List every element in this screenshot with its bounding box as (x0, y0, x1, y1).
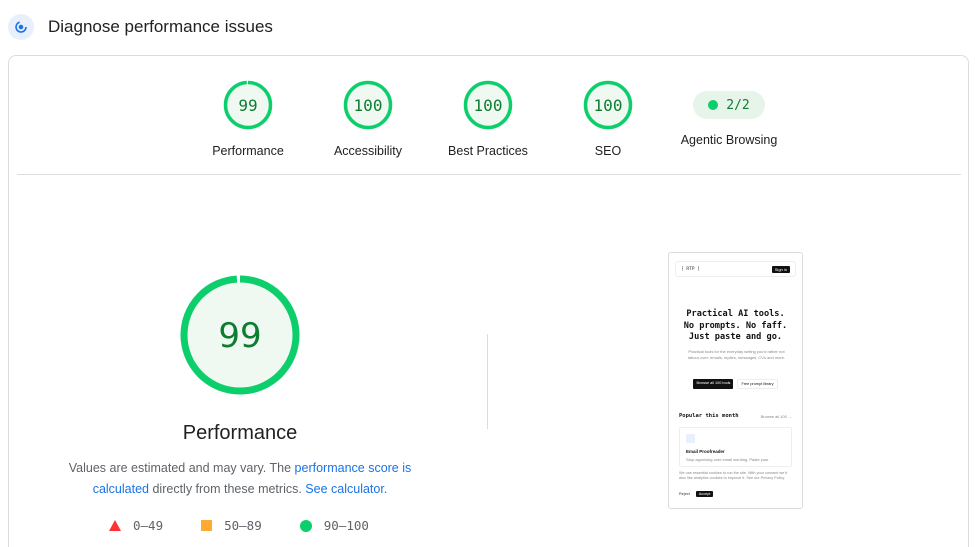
desc-text: Values are estimated and may vary. The (68, 461, 295, 475)
legend-label: 0–49 (133, 518, 164, 533)
pass-dot-icon (708, 100, 719, 110)
performance-gauge-large: 99 (180, 275, 300, 395)
shot-headline-line: No prompts. No faff. (683, 320, 788, 331)
gauge-ring: 99 (223, 80, 273, 130)
shot-headline-line: Just paste and go. (688, 332, 783, 342)
gauge-label: Accessibility (333, 144, 403, 158)
gauge-score: 100 (594, 96, 623, 115)
shot-headline-line: Practical AI tools. (686, 309, 785, 319)
desc-text: directly from these metrics. (149, 482, 306, 496)
shot-card-title: Email Proofreader (686, 449, 725, 454)
shot-tool-card: Email Proofreader Stop agonising over em… (679, 427, 792, 467)
final-screenshot[interactable]: [ RTP ] Sign in Practical AI tools. No p… (668, 252, 803, 509)
performance-description: Values are estimated and may vary. The p… (59, 458, 421, 500)
gauge-agentic-browsing[interactable]: 2/2 Agentic Browsing (664, 80, 794, 147)
legend-pass: 90–100 (299, 518, 369, 533)
gauge-label: Performance (212, 144, 284, 158)
shot-cookie-text: We use essential cookies to run the site… (679, 471, 788, 481)
shot-logo: [ RTP ] (681, 266, 700, 272)
shot-popular-link: Browse all 100 → (760, 413, 792, 419)
shot-reject-button: Reject (679, 492, 690, 496)
gauge-label: SEO (594, 144, 622, 158)
triangle-icon (109, 520, 121, 531)
gauge-ring: 100 (463, 80, 513, 130)
shot-accept-button: Accept (695, 491, 714, 497)
gauge-accessibility[interactable]: 100 Accessibility (303, 80, 433, 158)
section-title: Diagnose performance issues (48, 17, 273, 36)
shot-popular-title: Popular this month (679, 413, 739, 419)
gauge-score: 99 (238, 96, 257, 115)
shot-subtext: Practical tools for the everyday writing… (687, 349, 786, 360)
square-icon (201, 520, 213, 531)
legend-label: 50–89 (224, 518, 262, 533)
shot-browse-button: Browse all 100 tools (693, 379, 734, 389)
shot-buttons: Browse all 100 tools Free prompt library (669, 379, 802, 389)
divider (17, 174, 961, 175)
section-header: Diagnose performance issues (8, 12, 273, 42)
performance-title: Performance (182, 422, 298, 444)
lighthouse-icon (8, 14, 34, 40)
vertical-divider (487, 334, 488, 429)
gauge-label: Best Practices (448, 144, 528, 158)
gauge-ring: 100 (343, 80, 393, 130)
gauge-score: 100 (354, 96, 383, 115)
shot-navbar: [ RTP ] Sign in (675, 261, 796, 277)
agentic-pill: 2/2 (693, 91, 765, 119)
gauge-label: Agentic Browsing (680, 133, 778, 147)
shot-headline: Practical AI tools. No prompts. No faff.… (669, 309, 802, 344)
gauge-score: 100 (474, 96, 503, 115)
legend-average: 50–89 (201, 518, 262, 533)
mail-icon (686, 434, 695, 443)
shot-library-button: Free prompt library (737, 379, 778, 389)
gauge-performance[interactable]: 99 Performance (183, 80, 313, 158)
gauge-best-practices[interactable]: 100 Best Practices (423, 80, 553, 158)
performance-score-large: 99 (218, 316, 261, 356)
shot-popular-header: Popular this month Browse all 100 → (679, 413, 792, 419)
score-legend: 0–49 50–89 90–100 (109, 518, 369, 533)
category-gauges: 99 Performance 100 Accessibility 100 Bes… (9, 80, 968, 170)
circle-icon (299, 519, 312, 532)
legend-fail: 0–49 (109, 518, 163, 533)
gauge-seo[interactable]: 100 SEO (543, 80, 673, 158)
shot-cookie-buttons: Reject Accept (679, 491, 714, 497)
shot-card-desc: Stop agonising over email wording. Paste… (686, 457, 769, 462)
shot-signin-button: Sign in (771, 265, 790, 273)
legend-label: 90–100 (323, 518, 369, 533)
gauge-ring: 100 (583, 80, 633, 130)
report-card: 99 Performance 100 Accessibility 100 Bes… (8, 55, 969, 547)
agentic-value: 2/2 (726, 97, 750, 113)
see-calculator-link[interactable]: See calculator. (305, 482, 387, 496)
